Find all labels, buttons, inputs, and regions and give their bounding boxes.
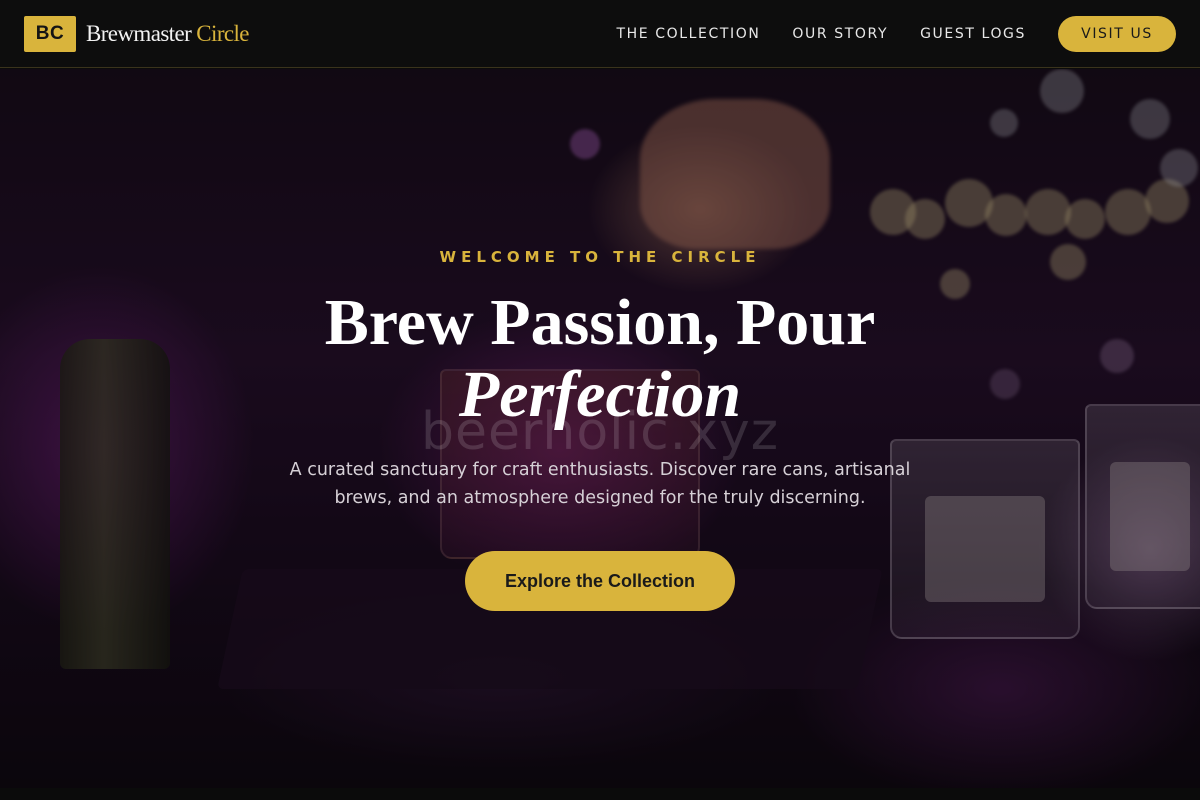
hero-headline-line1: Brew Passion, Pour — [324, 286, 876, 359]
brand-logo[interactable]: BC Brewmaster Circle — [24, 15, 250, 52]
visit-us-button[interactable]: VISIT US — [1058, 15, 1176, 52]
nav-links: THE COLLECTION OUR STORY GUEST LOGS VISI… — [584, 15, 1176, 52]
watermark-text: beerholic.xyz — [420, 402, 780, 462]
brand-badge: BC — [24, 15, 76, 52]
nav-link-guest-logs[interactable]: GUEST LOGS — [920, 26, 1026, 42]
hero-content: WELCOME TO THE CIRCLE Brew Passion, Pour… — [0, 69, 1200, 788]
top-nav: BC Brewmaster Circle THE COLLECTION OUR … — [0, 0, 1200, 68]
hero-eyebrow: WELCOME TO THE CIRCLE — [439, 248, 761, 266]
nav-link-collection[interactable]: THE COLLECTION — [616, 26, 760, 42]
brand-name: Brewmaster Circle — [86, 20, 250, 47]
nav-link-our-story[interactable]: OUR STORY — [792, 26, 888, 42]
hero-subtitle: A curated sanctuary for craft enthusiast… — [289, 460, 911, 508]
brand-name-main: Brewmaster — [86, 20, 192, 46]
brand-name-accent: Circle — [196, 20, 249, 46]
hero-section: WELCOME TO THE CIRCLE Brew Passion, Pour… — [0, 69, 1200, 788]
explore-collection-button[interactable]: Explore the Collection — [465, 551, 735, 611]
